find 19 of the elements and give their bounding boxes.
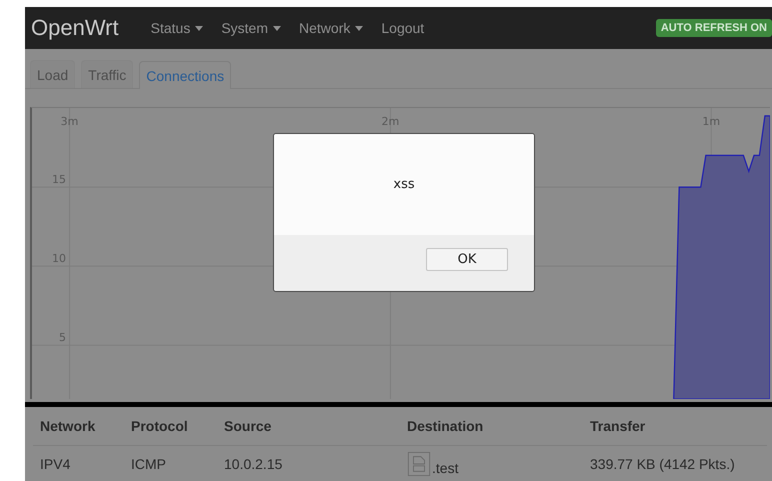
table-cell-text: ICMP xyxy=(131,456,167,472)
column-header: Transfer xyxy=(590,418,646,434)
menu-item[interactable]: System xyxy=(221,20,282,36)
broken-image-icon xyxy=(407,452,431,476)
column-header: Destination xyxy=(407,418,484,434)
brand-logo[interactable]: OpenWrt xyxy=(31,15,119,41)
column-header: Protocol xyxy=(131,418,189,434)
table-cell: .test xyxy=(432,460,458,476)
table-cell-text: 339.77 KB (4142 Pkts.) xyxy=(590,456,736,472)
menu-item[interactable]: Logout xyxy=(381,20,424,36)
column-header: Network xyxy=(40,418,96,434)
table-cell-text: IPV4 xyxy=(40,456,72,472)
auto-refresh-badge[interactable]: AUTO REFRESH ON xyxy=(656,19,772,37)
table-cell-text: 10.0.2.15 xyxy=(224,456,284,472)
ok-button[interactable]: OK xyxy=(426,248,508,271)
menu-item[interactable]: Status xyxy=(150,20,204,36)
menu-item[interactable]: Network xyxy=(299,20,364,36)
column-header: Source xyxy=(224,418,272,434)
dialog-message: xss xyxy=(393,177,415,192)
